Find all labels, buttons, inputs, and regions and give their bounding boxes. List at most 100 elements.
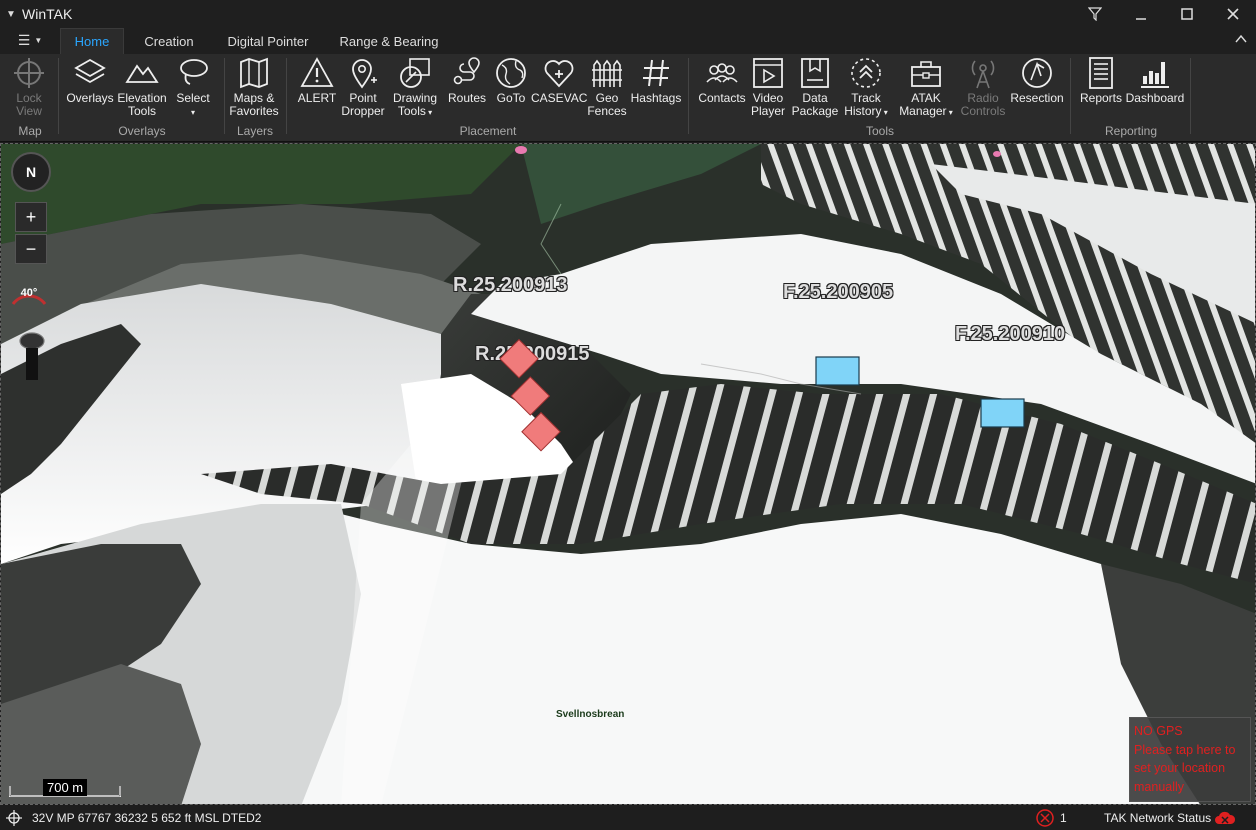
overlays-button[interactable]: Overlays — [62, 56, 118, 105]
button-label: ATAK — [911, 91, 941, 105]
marker-symbols — [499, 338, 1025, 452]
point-dropper-button[interactable]: Point Dropper — [335, 56, 391, 118]
globe-icon — [496, 58, 526, 88]
scale-label: 700 m — [43, 779, 88, 796]
radio-controls-button[interactable]: Radio Controls — [955, 56, 1011, 118]
network-status-label[interactable]: TAK Network Status — [1104, 811, 1211, 825]
friendly-marker[interactable] — [815, 356, 860, 386]
gps-notice-text: set your location — [1134, 761, 1226, 775]
button-label: Data — [802, 91, 828, 105]
button-label: Fences — [587, 104, 627, 118]
status-bar: 32V MP 67767 36232 5 652 ft MSL DTED2 1 … — [0, 806, 1256, 830]
button-label: Hashtags — [630, 91, 682, 105]
button-label: Tools — [127, 104, 156, 118]
geo-fences-button[interactable]: Geo Fences — [579, 56, 635, 118]
warning-icon — [300, 57, 334, 87]
app-menu-icon[interactable]: ▼ — [0, 0, 22, 28]
button-label: Routes — [447, 91, 487, 105]
group-label-tools: Tools — [865, 124, 894, 138]
divider — [1070, 58, 1071, 134]
tab-creation[interactable]: Creation — [136, 28, 202, 54]
toolbox-icon — [911, 61, 941, 87]
zoom-out-button[interactable]: − — [15, 234, 47, 264]
minimize-button[interactable] — [1118, 0, 1164, 28]
maximize-button[interactable] — [1164, 0, 1210, 28]
button-label: Maps & — [233, 91, 275, 105]
hostile-marker[interactable] — [499, 338, 539, 379]
casevac-icon — [544, 60, 574, 88]
hashtag-icon — [643, 59, 669, 87]
divider — [224, 58, 225, 134]
map-icon — [240, 57, 268, 89]
select-button[interactable]: Select ▾ — [165, 56, 221, 119]
group-label-overlays: Overlays — [118, 124, 166, 138]
package-icon — [801, 58, 829, 88]
button-label: Elevation — [117, 91, 167, 105]
friendly-marker[interactable] — [980, 398, 1025, 428]
button-label: Radio — [967, 91, 999, 105]
lasso-icon — [180, 59, 208, 85]
hostile-marker[interactable] — [521, 411, 561, 452]
button-label: View — [16, 104, 42, 118]
divider — [688, 58, 689, 134]
button-label: ALERT — [297, 91, 337, 105]
resection-button[interactable]: Resection — [1009, 56, 1065, 105]
reports-icon — [1089, 57, 1113, 89]
tab-range-bearing[interactable]: Range & Bearing — [334, 28, 444, 54]
locate-icon[interactable] — [6, 810, 22, 826]
button-label: Lock — [16, 91, 42, 105]
resection-icon — [1022, 58, 1052, 88]
no-gps-notice[interactable]: NO GPS Please tap here to set your locat… — [1129, 717, 1251, 802]
gps-notice-text: NO GPS — [1134, 724, 1183, 738]
group-label-map: Map — [18, 124, 42, 138]
data-package-button[interactable]: Data Package — [787, 56, 843, 118]
cloud-disconnected-icon[interactable] — [1214, 810, 1236, 826]
drawing-icon — [400, 58, 430, 88]
dashboard-button[interactable]: Dashboard — [1124, 56, 1186, 105]
tilt-angle-indicator[interactable]: 40° — [9, 278, 49, 308]
button-label: Track — [851, 91, 881, 105]
hashtags-button[interactable]: Hashtags — [628, 56, 684, 105]
button-label: Point — [349, 91, 377, 105]
contacts-icon — [706, 63, 738, 83]
map-view[interactable]: R.25.200913 R.25.200915 F.25.200905 F.25… — [0, 143, 1256, 805]
collapse-ribbon-icon[interactable] — [1234, 32, 1248, 46]
zoom-in-button[interactable]: + — [15, 202, 47, 232]
button-label: Resection — [1010, 91, 1064, 105]
filter-icon[interactable] — [1072, 0, 1118, 28]
alerts-indicator[interactable]: 1 — [1036, 809, 1067, 827]
elevation-tools-button[interactable]: Elevation Tools — [114, 56, 170, 118]
video-icon — [753, 58, 783, 88]
maps-favorites-button[interactable]: Maps & Favorites — [226, 56, 282, 118]
hostile-marker[interactable] — [510, 376, 551, 416]
pin-icon — [352, 59, 377, 89]
routes-icon — [453, 57, 480, 85]
compass-north-button[interactable]: N — [11, 152, 51, 192]
button-label: Dashboard — [1125, 91, 1185, 105]
track-history-button[interactable]: Track History ▾ — [838, 56, 894, 119]
tab-digital-pointer[interactable]: Digital Pointer — [220, 28, 316, 54]
coordinate-readout[interactable]: 32V MP 67767 36232 5 652 ft MSL DTED2 — [32, 811, 261, 825]
atak-manager-button[interactable]: ATAK Manager ▾ — [898, 56, 954, 119]
gps-notice-text: Please tap here to — [1134, 742, 1236, 757]
button-label: Contacts — [698, 91, 746, 105]
mountain-icon — [125, 64, 159, 83]
divider — [286, 58, 287, 134]
tilt-slider[interactable] — [19, 330, 45, 382]
tab-home[interactable]: Home — [60, 28, 124, 54]
divider — [58, 58, 59, 134]
lock-view-button[interactable]: Lock View — [1, 56, 57, 118]
drawing-tools-button[interactable]: Drawing Tools ▾ — [387, 56, 443, 119]
alert-count: 1 — [1060, 811, 1067, 825]
crosshair-icon — [14, 58, 44, 88]
button-label: GoTo — [496, 91, 526, 105]
ribbon-tabs: ☰ ▼ Home Creation Digital Pointer Range &… — [0, 28, 1256, 54]
track-icon — [851, 58, 881, 88]
close-button[interactable] — [1210, 0, 1256, 28]
title-bar: ▼ WinTAK — [0, 0, 1256, 28]
hamburger-menu-icon[interactable]: ☰ ▼ — [10, 28, 50, 52]
radio-icon — [971, 60, 995, 89]
group-label-placement: Placement — [459, 124, 517, 138]
reports-button[interactable]: Reports — [1073, 56, 1129, 105]
button-label: Reports — [1079, 91, 1123, 105]
